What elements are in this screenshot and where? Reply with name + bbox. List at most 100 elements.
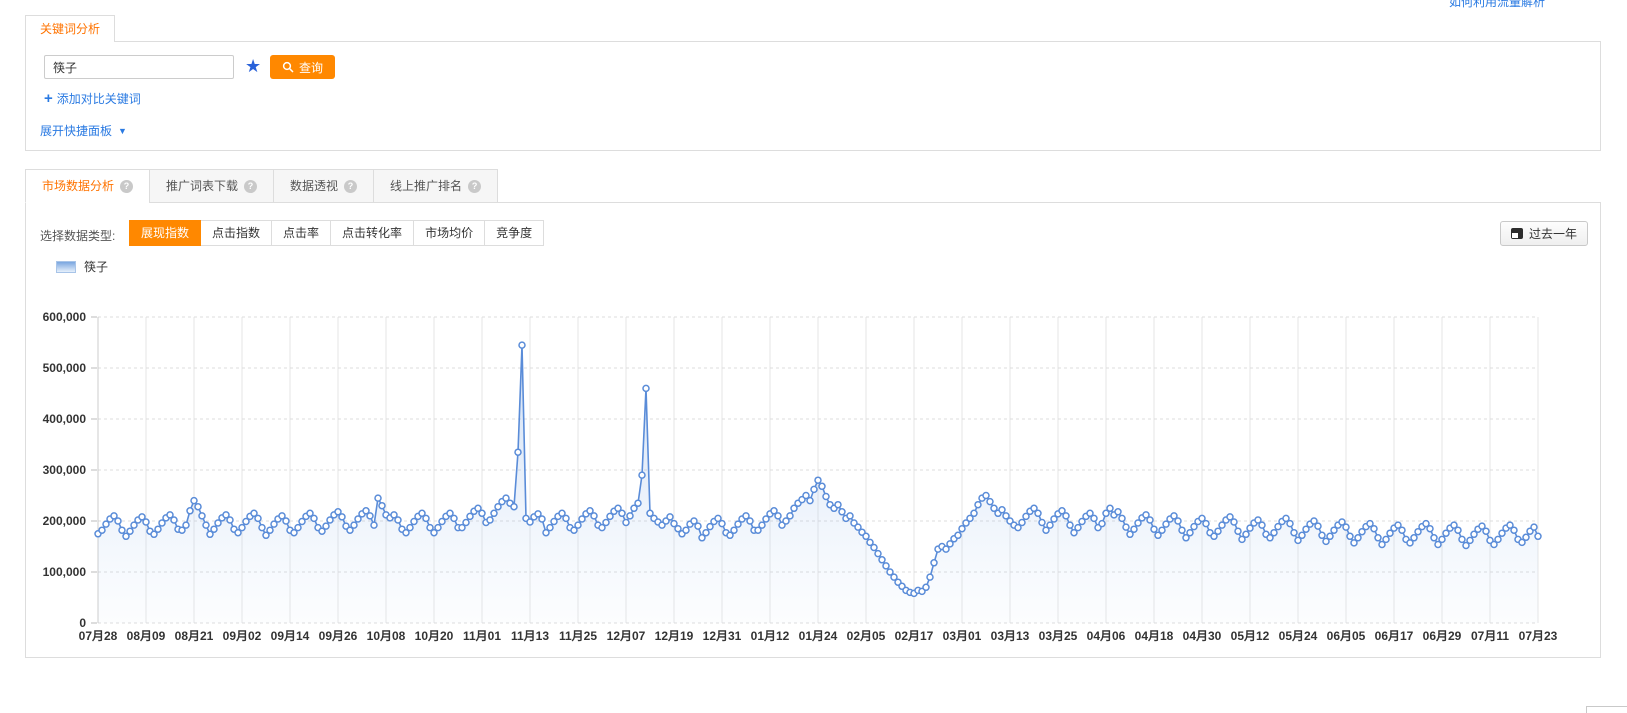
- data-point-marker[interactable]: [1299, 532, 1305, 538]
- data-point-marker[interactable]: [1179, 527, 1185, 533]
- help-icon[interactable]: ?: [120, 180, 133, 193]
- data-point-marker[interactable]: [1019, 520, 1025, 526]
- data-point-marker[interactable]: [863, 533, 869, 539]
- tab-market-data-analysis[interactable]: 市场数据分析 ?: [25, 169, 150, 203]
- data-point-marker[interactable]: [183, 522, 189, 528]
- chart-legend[interactable]: 筷子: [56, 258, 108, 275]
- data-point-marker[interactable]: [1427, 526, 1433, 532]
- keyword-input[interactable]: [44, 55, 234, 79]
- data-point-marker[interactable]: [1119, 515, 1125, 521]
- data-point-marker[interactable]: [339, 514, 345, 520]
- data-point-marker[interactable]: [1099, 521, 1105, 527]
- data-point-marker[interactable]: [1035, 510, 1041, 516]
- data-point-marker[interactable]: [323, 523, 329, 529]
- data-point-marker[interactable]: [171, 517, 177, 523]
- data-type-market-avg-price[interactable]: 市场均价: [413, 220, 485, 246]
- data-point-marker[interactable]: [191, 498, 197, 504]
- data-point-marker[interactable]: [1315, 523, 1321, 529]
- data-point-marker[interactable]: [539, 516, 545, 522]
- data-point-marker[interactable]: [1383, 536, 1389, 542]
- data-point-marker[interactable]: [1483, 528, 1489, 534]
- data-point-marker[interactable]: [267, 527, 273, 533]
- data-point-marker[interactable]: [1523, 534, 1529, 540]
- data-point-marker[interactable]: [883, 563, 889, 569]
- top-right-help-link[interactable]: 如何利用流量解析: [1449, 0, 1545, 10]
- data-type-click-index[interactable]: 点击指数: [200, 220, 272, 246]
- data-point-marker[interactable]: [311, 515, 317, 521]
- data-type-ctr[interactable]: 点击率: [271, 220, 331, 246]
- data-point-marker[interactable]: [871, 545, 877, 551]
- data-point-marker[interactable]: [703, 530, 709, 536]
- query-button[interactable]: 查询: [270, 55, 335, 79]
- data-point-marker[interactable]: [1259, 522, 1265, 528]
- data-point-marker[interactable]: [487, 517, 493, 523]
- data-point-marker[interactable]: [1511, 527, 1517, 533]
- data-point-marker[interactable]: [1047, 522, 1053, 528]
- data-point-marker[interactable]: [1431, 535, 1437, 541]
- data-point-marker[interactable]: [563, 515, 569, 521]
- data-point-marker[interactable]: [1235, 528, 1241, 534]
- data-point-marker[interactable]: [255, 515, 261, 521]
- data-point-marker[interactable]: [719, 521, 725, 527]
- data-point-marker[interactable]: [1147, 517, 1153, 523]
- data-point-marker[interactable]: [635, 500, 641, 506]
- data-type-impression-index[interactable]: 展现指数: [129, 220, 201, 246]
- data-point-marker[interactable]: [591, 513, 597, 519]
- data-point-marker[interactable]: [187, 508, 193, 514]
- data-point-marker[interactable]: [1067, 522, 1073, 528]
- data-point-marker[interactable]: [955, 532, 961, 538]
- data-point-marker[interactable]: [811, 486, 817, 492]
- data-point-marker[interactable]: [819, 483, 825, 489]
- data-point-marker[interactable]: [451, 515, 457, 521]
- data-point-marker[interactable]: [839, 509, 845, 515]
- data-point-marker[interactable]: [695, 523, 701, 529]
- data-point-marker[interactable]: [1107, 505, 1113, 511]
- data-point-marker[interactable]: [1439, 536, 1445, 542]
- data-point-marker[interactable]: [1347, 533, 1353, 539]
- data-point-marker[interactable]: [115, 518, 121, 524]
- data-point-marker[interactable]: [1287, 521, 1293, 527]
- data-point-marker[interactable]: [807, 498, 813, 504]
- tab-promo-wordlist-download[interactable]: 推广词表下载 ?: [149, 169, 274, 203]
- data-point-marker[interactable]: [623, 520, 629, 526]
- data-point-marker[interactable]: [1231, 519, 1237, 525]
- data-point-marker[interactable]: [1375, 535, 1381, 541]
- data-point-marker[interactable]: [1151, 526, 1157, 532]
- data-point-marker[interactable]: [975, 502, 981, 508]
- data-point-marker[interactable]: [1327, 533, 1333, 539]
- data-point-marker[interactable]: [927, 574, 933, 580]
- data-point-marker[interactable]: [643, 385, 649, 391]
- data-point-marker[interactable]: [295, 525, 301, 531]
- data-point-marker[interactable]: [407, 525, 413, 531]
- data-type-click-conversion[interactable]: 点击转化率: [330, 220, 414, 246]
- data-point-marker[interactable]: [1039, 520, 1045, 526]
- data-point-marker[interactable]: [1343, 524, 1349, 530]
- data-point-marker[interactable]: [1203, 521, 1209, 527]
- data-point-marker[interactable]: [619, 510, 625, 516]
- data-point-marker[interactable]: [667, 514, 673, 520]
- data-point-marker[interactable]: [1175, 518, 1181, 524]
- trend-line-chart[interactable]: 07月2808月0908月2109月0209月1409月2610月0810月20…: [30, 298, 1600, 658]
- data-point-marker[interactable]: [203, 522, 209, 528]
- data-point-marker[interactable]: [423, 515, 429, 521]
- data-point-marker[interactable]: [1535, 533, 1541, 539]
- data-point-marker[interactable]: [875, 551, 881, 557]
- data-point-marker[interactable]: [1115, 509, 1121, 515]
- data-point-marker[interactable]: [375, 495, 381, 501]
- data-point-marker[interactable]: [491, 510, 497, 516]
- data-point-marker[interactable]: [603, 520, 609, 526]
- favorite-star-icon[interactable]: ★: [245, 53, 261, 79]
- data-point-marker[interactable]: [575, 522, 581, 528]
- data-point-marker[interactable]: [1319, 532, 1325, 538]
- data-point-marker[interactable]: [775, 513, 781, 519]
- tab-keyword-analysis[interactable]: 关键词分析: [25, 15, 115, 42]
- data-point-marker[interactable]: [283, 518, 289, 524]
- data-point-marker[interactable]: [395, 517, 401, 523]
- data-point-marker[interactable]: [351, 522, 357, 528]
- data-point-marker[interactable]: [1271, 530, 1277, 536]
- data-point-marker[interactable]: [1371, 526, 1377, 532]
- data-point-marker[interactable]: [211, 526, 217, 532]
- data-point-marker[interactable]: [379, 503, 385, 509]
- data-point-marker[interactable]: [435, 525, 441, 531]
- expand-quick-panel-link[interactable]: 展开快捷面板 ▼: [40, 122, 127, 139]
